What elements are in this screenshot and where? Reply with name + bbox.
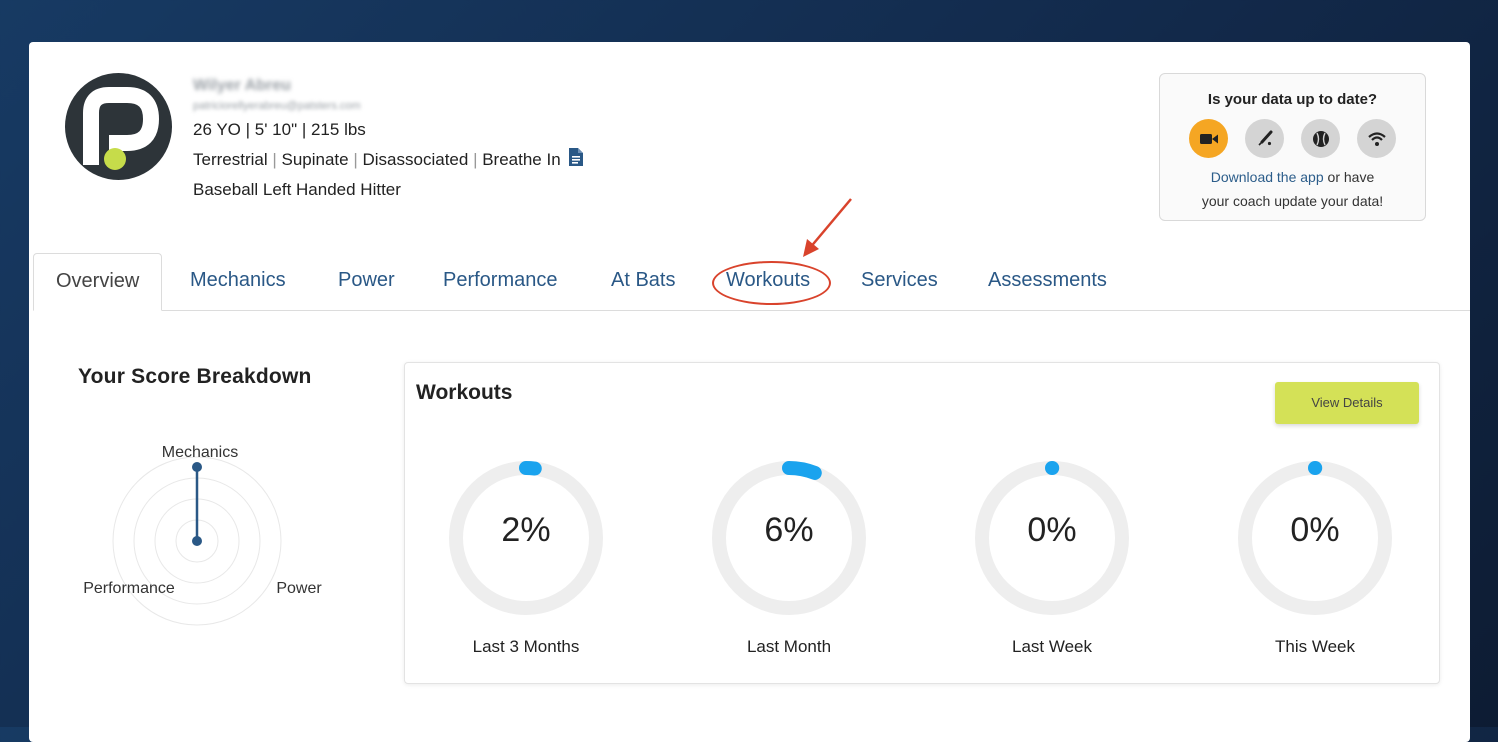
video-camera-icon[interactable]	[1189, 119, 1228, 158]
player-stats: 26 YO | 5' 10" | 215 lbs	[193, 115, 583, 145]
gauge-label: Last Week	[967, 637, 1137, 657]
player-traits: Terrestrial | Supinate | Disassociated |…	[193, 145, 583, 175]
player-logo-icon	[65, 73, 172, 180]
tab-mechanics[interactable]: Mechanics	[190, 253, 286, 309]
wifi-sensor-icon[interactable]	[1357, 119, 1396, 158]
tab-performance[interactable]: Performance	[443, 253, 558, 309]
gauge-last-month: 6% Last Month	[704, 453, 874, 657]
tab-overview[interactable]: Overview	[33, 253, 162, 311]
axis-label-performance: Performance	[83, 580, 175, 597]
gauge-label: Last Month	[704, 637, 874, 657]
annotation-arrow-icon	[799, 197, 859, 262]
bat-icon[interactable]	[1245, 119, 1284, 158]
gauge-arc	[526, 468, 535, 469]
axis-label-mechanics: Mechanics	[162, 444, 238, 461]
tab-services[interactable]: Services	[861, 253, 938, 309]
player-card: Wilyer Abreu patriciorellyerabreu@patste…	[29, 42, 1470, 742]
tab-power[interactable]: Power	[338, 253, 395, 309]
gauge-percent: 6%	[704, 511, 874, 550]
workouts-title: Workouts	[416, 381, 512, 405]
axis-label-power: Power	[276, 580, 322, 597]
gauge-percent: 0%	[1230, 511, 1400, 550]
player-email: patriciorellyerabreu@patsters.com	[193, 97, 583, 115]
download-app-link[interactable]: Download the app	[1211, 169, 1324, 185]
gauge-percent: 0%	[967, 511, 1137, 550]
workouts-card: Workouts View Details 2% Last 3 Months 6…	[404, 362, 1440, 684]
gauge-last-week: 0% Last Week	[967, 453, 1137, 657]
gauge-arc	[789, 468, 815, 473]
tab-assessments[interactable]: Assessments	[988, 253, 1107, 309]
annotation-circle	[712, 261, 831, 305]
gauge-label: This Week	[1230, 637, 1400, 657]
player-sport: Baseball Left Handed Hitter	[193, 175, 583, 205]
score-breakdown-title: Your Score Breakdown	[78, 365, 312, 389]
gauge-this-week: 0% This Week	[1230, 453, 1400, 657]
trait-movement: Disassociated	[363, 150, 469, 169]
trait-grip: Supinate	[282, 150, 349, 169]
data-status-note: Download the app or have your coach upda…	[1160, 165, 1425, 213]
data-status-question: Is your data up to date?	[1160, 91, 1425, 108]
baseball-icon[interactable]	[1301, 119, 1340, 158]
gauge-percent: 2%	[441, 511, 611, 550]
gauge-label: Last 3 Months	[441, 637, 611, 657]
gauge-last-3-months: 2% Last 3 Months	[441, 453, 611, 657]
tab-at-bats[interactable]: At Bats	[611, 253, 675, 309]
document-icon[interactable]	[569, 146, 583, 176]
data-status-box: Is your data up to date? Download the ap…	[1159, 73, 1426, 221]
view-details-button[interactable]: View Details	[1275, 382, 1419, 424]
player-name: Wilyer Abreu	[193, 75, 583, 97]
trait-breathing: Breathe In	[482, 150, 560, 169]
score-radar-chart: Mechanics Performance Power	[69, 432, 339, 632]
player-profile: Wilyer Abreu patriciorellyerabreu@patste…	[193, 75, 583, 205]
trait-stance: Terrestrial	[193, 150, 268, 169]
